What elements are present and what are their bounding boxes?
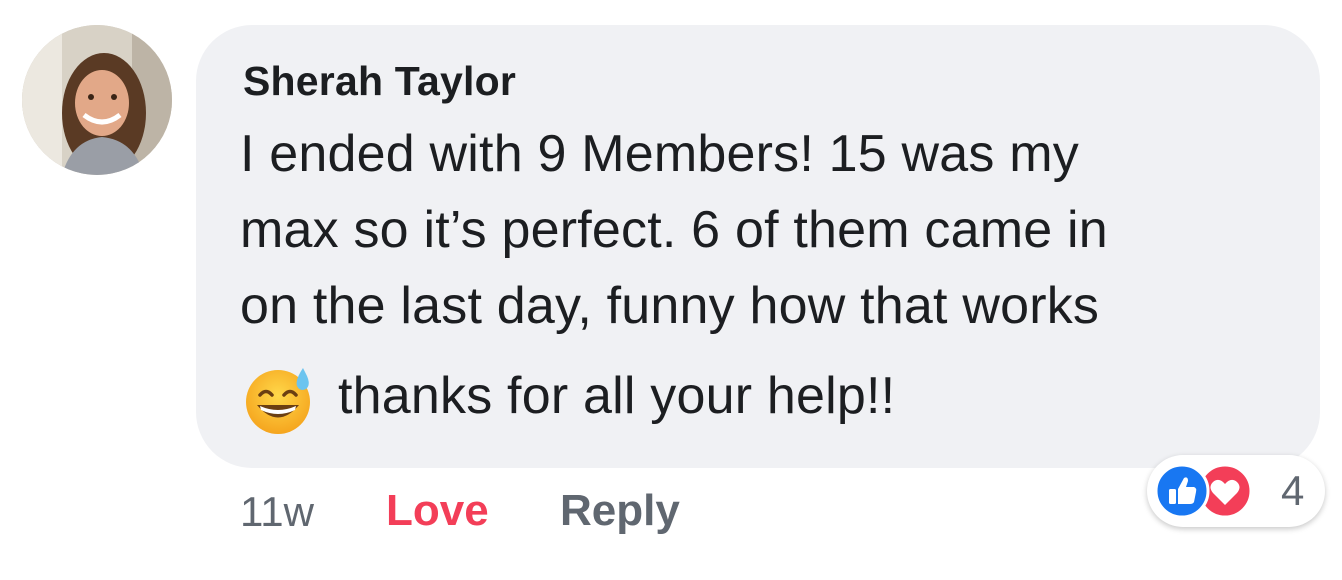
timestamp[interactable]: 11w (240, 488, 314, 536)
comment-text-line: on the last day, funny how that works (240, 277, 1100, 335)
comment-text-line: I ended with 9 Members! 15 was my (240, 125, 1079, 183)
love-button[interactable]: Love (386, 486, 489, 536)
comment: Sherah Taylor I ended with 9 Members! 15… (0, 0, 1342, 580)
grinning-face-with-sweat-icon (246, 368, 310, 434)
reaction-summary[interactable]: 4 (1147, 455, 1325, 527)
reply-button[interactable]: Reply (560, 486, 680, 536)
like-icon (1154, 463, 1210, 519)
author-name[interactable]: Sherah Taylor (243, 58, 516, 105)
comment-text-line: thanks for all your help!! (338, 367, 896, 425)
avatar[interactable] (22, 25, 172, 175)
comment-text-line: max so it’s perfect. 6 of them came in (240, 201, 1108, 259)
reaction-count: 4 (1281, 467, 1305, 514)
